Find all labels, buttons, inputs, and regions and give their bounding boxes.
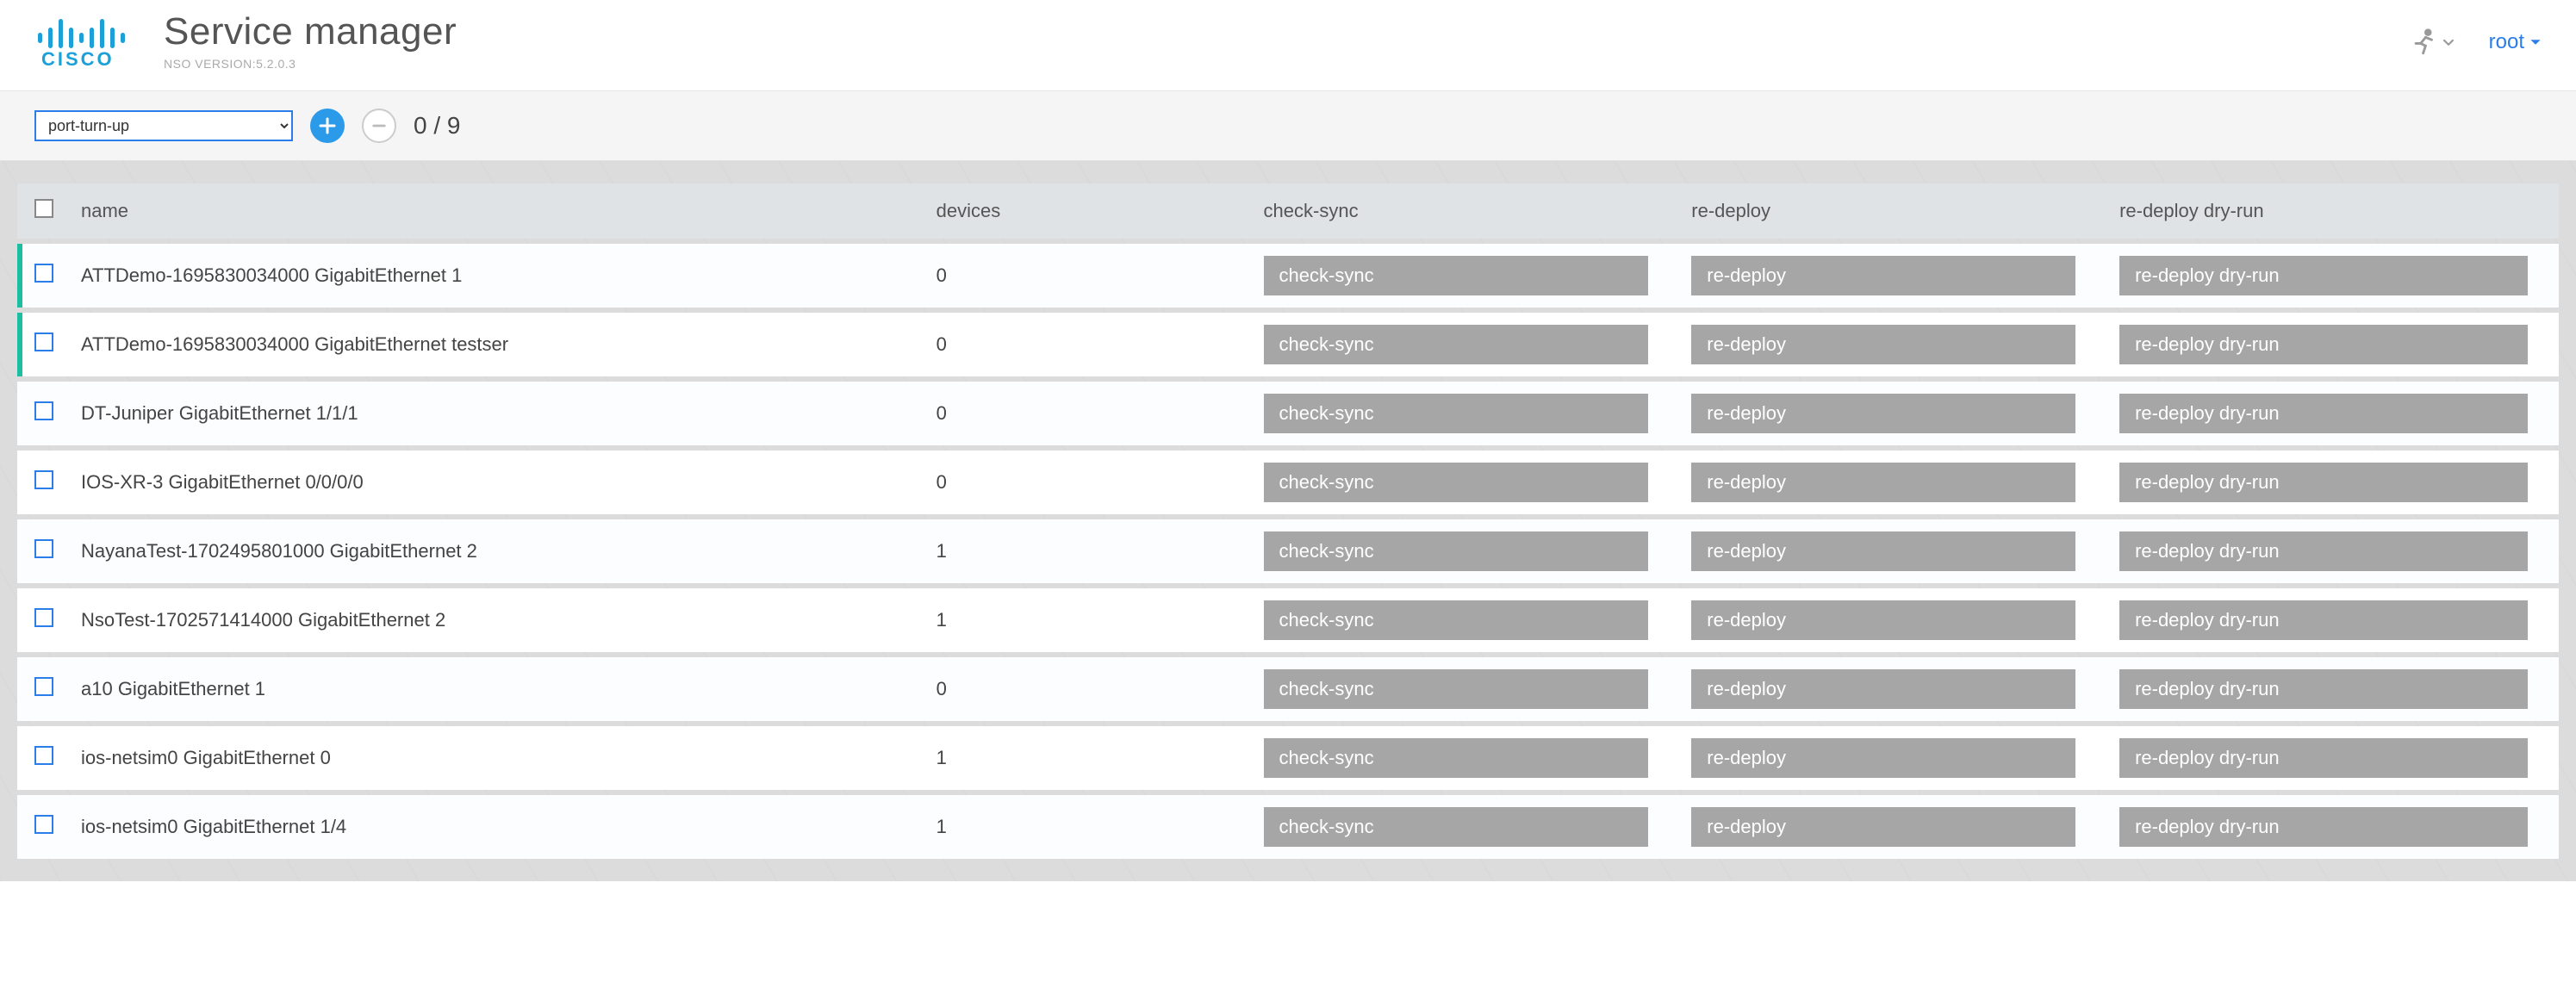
version-label: NSO VERSION:5.2.0.3: [164, 57, 457, 71]
redeploy-dry-run-button[interactable]: re-deploy dry-run: [2119, 600, 2528, 640]
chevron-down-icon: [2442, 36, 2455, 48]
add-button[interactable]: [310, 109, 345, 143]
content-area: name devices check-sync re-deploy re-dep…: [0, 161, 2576, 881]
check-sync-button[interactable]: check-sync: [1264, 256, 1648, 295]
cell-devices: 0: [923, 382, 1250, 445]
table-header-row: name devices check-sync re-deploy re-dep…: [17, 183, 2559, 239]
redeploy-dry-run-button[interactable]: re-deploy dry-run: [2119, 807, 2528, 847]
check-sync-button[interactable]: check-sync: [1264, 738, 1648, 778]
redeploy-button[interactable]: re-deploy: [1691, 600, 2075, 640]
header-left: CISCO Service manager NSO VERSION:5.2.0.…: [34, 10, 457, 73]
check-sync-button[interactable]: check-sync: [1264, 600, 1648, 640]
redeploy-button[interactable]: re-deploy: [1691, 669, 2075, 709]
redeploy-button[interactable]: re-deploy: [1691, 463, 2075, 502]
redeploy-dry-run-button[interactable]: re-deploy dry-run: [2119, 256, 2528, 295]
redeploy-dry-run-button[interactable]: re-deploy dry-run: [2119, 325, 2528, 364]
row-checkbox[interactable]: [34, 608, 53, 627]
cell-name: NayanaTest-1702495801000 GigabitEthernet…: [67, 519, 923, 583]
title-block: Service manager NSO VERSION:5.2.0.3: [164, 10, 457, 71]
cell-devices: 0: [923, 657, 1250, 721]
redeploy-button[interactable]: re-deploy: [1691, 807, 2075, 847]
check-sync-button[interactable]: check-sync: [1264, 325, 1648, 364]
redeploy-button[interactable]: re-deploy: [1691, 256, 2075, 295]
activity-icon[interactable]: [2410, 28, 2455, 57]
row-checkbox[interactable]: [34, 677, 53, 696]
row-checkbox[interactable]: [34, 746, 53, 765]
table-row[interactable]: NayanaTest-1702495801000 GigabitEthernet…: [17, 519, 2559, 583]
plus-icon: [319, 117, 336, 134]
cell-name: DT-Juniper GigabitEthernet 1/1/1: [67, 382, 923, 445]
table-row[interactable]: NsoTest-1702571414000 GigabitEthernet 21…: [17, 588, 2559, 652]
cell-devices: 0: [923, 451, 1250, 514]
redeploy-dry-run-button[interactable]: re-deploy dry-run: [2119, 738, 2528, 778]
cell-devices: 0: [923, 244, 1250, 308]
col-check-sync[interactable]: check-sync: [1250, 183, 1678, 239]
check-sync-button[interactable]: check-sync: [1264, 394, 1648, 433]
redeploy-button[interactable]: re-deploy: [1691, 738, 2075, 778]
redeploy-dry-run-button[interactable]: re-deploy dry-run: [2119, 394, 2528, 433]
table-row[interactable]: ATTDemo-1695830034000 GigabitEthernet te…: [17, 313, 2559, 376]
cell-name: ATTDemo-1695830034000 GigabitEthernet 1: [67, 244, 923, 308]
remove-button[interactable]: [362, 109, 396, 143]
redeploy-dry-run-button[interactable]: re-deploy dry-run: [2119, 463, 2528, 502]
check-sync-button[interactable]: check-sync: [1264, 463, 1648, 502]
user-label: root: [2489, 30, 2524, 54]
cell-devices: 1: [923, 795, 1250, 859]
svg-text:CISCO: CISCO: [41, 48, 115, 69]
cisco-logo: CISCO: [34, 16, 138, 73]
row-checkbox[interactable]: [34, 815, 53, 834]
col-redeploy-dry[interactable]: re-deploy dry-run: [2106, 183, 2559, 239]
redeploy-dry-run-button[interactable]: re-deploy dry-run: [2119, 531, 2528, 571]
caret-down-icon: [2529, 36, 2542, 48]
cell-devices: 1: [923, 726, 1250, 790]
check-sync-button[interactable]: check-sync: [1264, 531, 1648, 571]
table-row[interactable]: IOS-XR-3 GigabitEthernet 0/0/0/00 check-s…: [17, 451, 2559, 514]
cell-name: IOS-XR-3 GigabitEthernet 0/0/0/0: [67, 451, 923, 514]
selection-counter: 0 / 9: [414, 112, 460, 140]
row-checkbox[interactable]: [34, 333, 53, 351]
row-checkbox[interactable]: [34, 470, 53, 489]
check-sync-button[interactable]: check-sync: [1264, 807, 1648, 847]
table-row[interactable]: a10 GigabitEthernet 10 check-sync re-deplo…: [17, 657, 2559, 721]
cell-name: NsoTest-1702571414000 GigabitEthernet 2: [67, 588, 923, 652]
redeploy-button[interactable]: re-deploy: [1691, 531, 2075, 571]
cell-devices: 0: [923, 313, 1250, 376]
cell-name: ios-netsim0 GigabitEthernet 1/4: [67, 795, 923, 859]
redeploy-dry-run-button[interactable]: re-deploy dry-run: [2119, 669, 2528, 709]
table-row[interactable]: DT-Juniper GigabitEthernet 1/1/10 check-s…: [17, 382, 2559, 445]
page-title: Service manager: [164, 10, 457, 53]
redeploy-button[interactable]: re-deploy: [1691, 325, 2075, 364]
redeploy-button[interactable]: re-deploy: [1691, 394, 2075, 433]
header-right: root: [2410, 28, 2542, 57]
service-select[interactable]: port-turn-up: [34, 110, 293, 141]
col-redeploy[interactable]: re-deploy: [1677, 183, 2106, 239]
row-checkbox[interactable]: [34, 539, 53, 558]
table-row[interactable]: ATTDemo-1695830034000 GigabitEthernet 10…: [17, 244, 2559, 308]
row-checkbox[interactable]: [34, 401, 53, 420]
row-checkbox[interactable]: [34, 264, 53, 283]
col-name[interactable]: name: [67, 183, 923, 239]
table-row[interactable]: ios-netsim0 GigabitEthernet 01 check-sync…: [17, 726, 2559, 790]
services-table: name devices check-sync re-deploy re-dep…: [17, 178, 2559, 864]
table-row[interactable]: ios-netsim0 GigabitEthernet 1/41 check-sy…: [17, 795, 2559, 859]
col-devices[interactable]: devices: [923, 183, 1250, 239]
user-menu[interactable]: root: [2489, 30, 2542, 54]
cell-name: a10 GigabitEthernet 1: [67, 657, 923, 721]
select-all-checkbox[interactable]: [34, 199, 53, 218]
check-sync-button[interactable]: check-sync: [1264, 669, 1648, 709]
app-header: CISCO Service manager NSO VERSION:5.2.0.…: [0, 0, 2576, 91]
cell-name: ios-netsim0 GigabitEthernet 0: [67, 726, 923, 790]
cell-devices: 1: [923, 588, 1250, 652]
cell-devices: 1: [923, 519, 1250, 583]
minus-icon: [371, 118, 387, 134]
cell-name: ATTDemo-1695830034000 GigabitEthernet te…: [67, 313, 923, 376]
toolbar: port-turn-up 0 / 9: [0, 91, 2576, 161]
